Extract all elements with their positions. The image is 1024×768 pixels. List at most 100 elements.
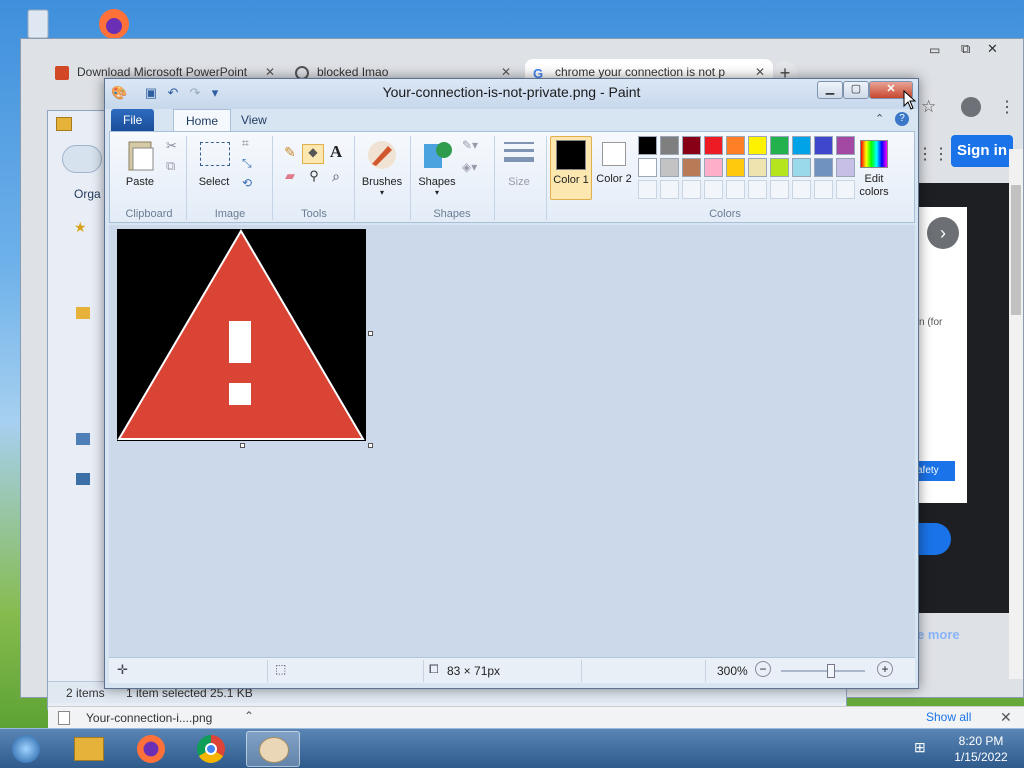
custom-color-slot[interactable] [660,180,679,199]
palette-swatch[interactable] [638,136,657,155]
paint-title-bar[interactable]: 🎨 ▣ ↶ ↷ ▾ Your-connection-is-not-private… [105,79,918,109]
close-tab-icon[interactable]: ✕ [755,65,765,79]
magnifier-icon[interactable]: ⌕ [326,168,346,188]
custom-color-slot[interactable] [682,180,701,199]
color1-button[interactable]: Color 1 [550,136,592,200]
palette-swatch[interactable] [704,158,723,177]
palette-swatch[interactable] [770,136,789,155]
custom-color-slot[interactable] [748,180,767,199]
taskbar-firefox[interactable] [124,731,178,767]
custom-color-slot[interactable] [792,180,811,199]
chrome-close-button[interactable]: ✕ [987,41,998,57]
maximize-button[interactable]: ▢ [843,81,869,99]
organize-button[interactable]: Orga [74,187,101,201]
pencil-icon[interactable]: ✎ [280,144,300,164]
outline-icon[interactable]: ✎▾ [462,138,478,152]
network-tray-icon[interactable]: ⊞ [914,739,926,756]
network-icon[interactable] [76,473,90,485]
custom-color-slot[interactable] [726,180,745,199]
palette-swatch[interactable] [814,158,833,177]
resize-handle-bottom[interactable] [240,443,245,448]
edit-colors-button[interactable]: Edit colors [854,136,894,200]
text-icon[interactable]: A [326,142,346,162]
taskbar-chrome[interactable] [184,731,238,767]
firefox-desktop-icon[interactable] [92,2,132,42]
cut-icon[interactable]: ✂ [166,138,177,154]
close-tab-icon[interactable]: ✕ [501,65,511,79]
palette-swatch[interactable] [770,158,789,177]
rotate-icon[interactable]: ⟲ [242,176,252,190]
tab-home[interactable]: Home [173,109,232,131]
palette-swatch[interactable] [748,158,767,177]
custom-color-slot[interactable] [814,180,833,199]
palette-swatch[interactable] [638,158,657,177]
color2-button[interactable]: Color 2 [594,136,636,200]
palette-swatch[interactable] [836,158,855,177]
sign-in-button[interactable]: Sign in [951,135,1013,167]
libraries-icon[interactable] [76,307,90,319]
select-button[interactable]: Select [192,136,236,196]
tab-view[interactable]: View [229,109,279,131]
show-all-button[interactable]: Show all [926,710,971,724]
palette-swatch[interactable] [726,158,745,177]
palette-swatch[interactable] [660,136,679,155]
image-canvas[interactable] [117,229,366,441]
learn-more-link[interactable]: e more [917,627,960,642]
start-button[interactable] [4,731,48,767]
resize-handle-right[interactable] [368,331,373,336]
taskbar-paint[interactable] [246,731,300,767]
copy-icon[interactable]: ⧉ [166,158,175,174]
fill-shape-icon[interactable]: ◈▾ [462,160,477,174]
scrollbar-thumb[interactable] [1011,185,1021,315]
download-file-name[interactable]: Your-connection-i....png [86,711,212,725]
computer-icon[interactable] [76,433,90,445]
next-arrow-icon[interactable]: › [927,217,959,249]
zoom-slider[interactable] [781,664,865,678]
chevron-up-icon[interactable]: ⌃ [244,709,254,723]
apps-grid-icon[interactable]: ⋮⋮ [917,144,949,164]
resize-handle-corner[interactable] [368,443,373,448]
taskbar-explorer[interactable] [62,731,116,767]
custom-color-slot[interactable] [704,180,723,199]
clock[interactable]: 8:20 PM 1/15/2022 [946,733,1016,765]
chrome-restore-button[interactable]: ⧉ [961,41,970,57]
chrome-menu-icon[interactable]: ⋮ [999,97,1015,117]
fill-icon[interactable]: ◆ [302,144,324,164]
close-downloads-icon[interactable]: ✕ [1000,709,1012,726]
eraser-icon[interactable]: ▰ [280,168,300,188]
palette-swatch[interactable] [682,158,701,177]
chrome-minimize-button[interactable]: ▭ [929,43,940,57]
zoom-in-button[interactable]: + [877,661,893,677]
shapes-button[interactable]: Shapes ▾ [414,136,460,200]
palette-swatch[interactable] [682,136,701,155]
tab-file[interactable]: File [111,109,155,131]
palette-swatch[interactable] [726,136,745,155]
help-icon[interactable]: ? [895,112,909,126]
color-picker-icon[interactable]: ⚲ [304,168,324,188]
custom-color-slot[interactable] [770,180,789,199]
custom-color-slot[interactable] [836,180,855,199]
palette-swatch[interactable] [704,136,723,155]
size-button[interactable]: Size [500,136,534,200]
palette-swatch[interactable] [792,158,811,177]
palette-swatch[interactable] [660,158,679,177]
zoom-slider-thumb[interactable] [827,664,835,678]
bookmark-star-icon[interactable]: ☆ [921,97,936,117]
profile-avatar-icon[interactable] [961,97,981,117]
canvas-area[interactable] [109,225,915,657]
palette-swatch[interactable] [836,136,855,155]
resize-icon[interactable]: ⤡ [242,156,252,171]
paste-button[interactable]: Paste [118,136,162,196]
crop-icon[interactable]: ⌗ [242,136,249,151]
zoom-out-button[interactable]: − [755,661,771,677]
chrome-scrollbar[interactable] [1009,149,1023,679]
safety-button[interactable]: afety [917,461,955,481]
back-forward-icon[interactable] [62,145,102,173]
minimize-ribbon-icon[interactable]: ⌃ [875,112,884,125]
palette-swatch[interactable] [748,136,767,155]
minimize-button[interactable]: ▁ [817,81,843,99]
custom-color-slot[interactable] [638,180,657,199]
brushes-button[interactable]: Brushes ▾ [358,136,406,200]
palette-swatch[interactable] [814,136,833,155]
favorites-star-icon[interactable]: ★ [74,219,87,236]
